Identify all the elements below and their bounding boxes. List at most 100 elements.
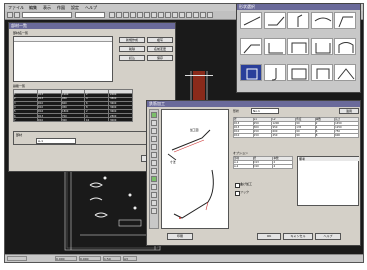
help-button[interactable]: ヘルプ <box>315 233 341 240</box>
shape-option[interactable] <box>240 64 262 81</box>
ok-button[interactable]: OK <box>257 233 281 240</box>
member-label: 部材 <box>16 133 23 137</box>
zoom-in-icon[interactable] <box>158 12 164 18</box>
dim-tool-icon[interactable] <box>151 160 157 166</box>
rebar-preview[interactable]: 加工図 寸法 <box>161 109 229 229</box>
table-row[interactable]: D10 150 450 90 8 600 <box>233 133 359 138</box>
redo-icon[interactable] <box>151 12 157 18</box>
list-item[interactable]: 7 D10 300 10 3000 <box>13 119 133 123</box>
pan-tool-icon[interactable] <box>151 200 157 206</box>
shape-option[interactable] <box>287 12 309 29</box>
measure-icon[interactable] <box>207 12 213 18</box>
table-cell: 3000 <box>110 118 117 122</box>
line-icon[interactable] <box>179 12 185 18</box>
line-tool-icon[interactable] <box>151 120 157 126</box>
copy-icon[interactable] <box>130 12 136 18</box>
status-y: 0.000 <box>79 256 101 261</box>
save-button[interactable]: 保存 <box>147 55 173 61</box>
new-icon[interactable] <box>7 12 13 18</box>
shape-option[interactable] <box>263 12 286 29</box>
shape-option[interactable] <box>334 38 356 55</box>
rename-button[interactable]: 名前変更 <box>147 46 173 52</box>
delete-button[interactable]: 削除 <box>119 46 145 52</box>
table-cell[interactable]: 8 <box>314 133 336 138</box>
table-cell[interactable]: 150 <box>252 133 273 138</box>
cancel-button[interactable]: キャンセル <box>283 233 313 240</box>
shape-option[interactable] <box>240 38 262 55</box>
shape-option[interactable] <box>287 64 309 81</box>
shape-combo-label: 形状 <box>233 109 240 113</box>
shape-option[interactable] <box>334 12 356 29</box>
note-area[interactable]: 備考 <box>297 156 359 206</box>
shape-option[interactable] <box>263 64 286 81</box>
menu-settings[interactable]: 設定 <box>71 5 79 10</box>
save-icon[interactable] <box>109 12 115 18</box>
sub-table[interactable]: 部材 径 本数 A-1 D13 2 A-2 D10 4 <box>233 156 293 169</box>
print-button[interactable]: 印刷 <box>167 233 193 240</box>
shape-icon <box>243 44 260 54</box>
shape-option[interactable] <box>310 64 333 81</box>
table-row[interactable]: A-2 D10 4 <box>233 164 293 169</box>
move-tool-icon[interactable] <box>151 136 157 142</box>
undo-icon[interactable] <box>144 12 150 18</box>
print-icon[interactable] <box>116 12 122 18</box>
menu-help[interactable]: ヘルプ <box>85 5 97 10</box>
open-icon[interactable] <box>14 12 20 18</box>
copy-button[interactable]: 複写 <box>147 37 173 43</box>
table-cell[interactable]: 600 <box>334 133 359 138</box>
menu-view[interactable]: 表示 <box>43 5 51 10</box>
status-bar: 0.000 0.000 1:50 A3 <box>5 254 363 262</box>
table-cell[interactable]: D10 <box>233 133 254 138</box>
zoom-tool-icon[interactable] <box>151 192 157 198</box>
mirror-tool-icon[interactable] <box>151 152 157 158</box>
new-button[interactable]: 新規作成 <box>119 37 145 43</box>
zoom-out-icon[interactable] <box>165 12 171 18</box>
shape-icon <box>268 43 283 54</box>
shape-option[interactable] <box>310 38 333 55</box>
member-field[interactable]: A-1 <box>36 138 76 144</box>
table-cell[interactable]: 4 <box>272 164 293 169</box>
table-cell[interactable]: D10 <box>252 164 274 169</box>
text-tool-icon[interactable] <box>151 168 157 174</box>
load-button[interactable]: 読込 <box>119 55 145 61</box>
fit-tool-icon[interactable] <box>151 208 157 214</box>
dimension-icon[interactable] <box>200 12 206 18</box>
member-names-list[interactable] <box>13 36 113 82</box>
options-title: オプション <box>233 151 249 155</box>
erase-tool-icon[interactable] <box>151 184 157 190</box>
menu-edit[interactable]: 編集 <box>29 5 37 10</box>
shape-option[interactable] <box>334 64 356 81</box>
dimension-table[interactable]: 径 L1 L2 角度 本数 長さ D13 250 1200 90 2 1450 D13 300… <box>233 117 359 138</box>
shape-icon <box>243 16 261 26</box>
table-cell[interactable]: 90 <box>295 133 316 138</box>
table-cell[interactable]: 450 <box>271 133 297 138</box>
hook-label: フック <box>240 190 250 194</box>
shape-combo[interactable]: No.1 <box>251 108 279 114</box>
shape-option[interactable] <box>240 12 262 29</box>
note-title: 備考 <box>299 157 359 161</box>
shape-option[interactable] <box>263 38 286 55</box>
shape-option[interactable] <box>287 38 309 55</box>
scale-select[interactable] <box>75 12 105 18</box>
text-icon[interactable] <box>193 12 199 18</box>
desktop: ファイル 編集 表示 作図 設定 ヘルプ 0.000 0.000 1:50 A3… <box>0 0 367 270</box>
shape-palette-grid <box>240 12 360 92</box>
preview-label: 加工図 <box>190 128 199 132</box>
table-cell: 10 <box>86 118 90 122</box>
grid-icon[interactable] <box>172 12 178 18</box>
arc-tool-icon[interactable] <box>151 128 157 134</box>
table-cell[interactable]: A-2 <box>233 164 254 169</box>
paste-icon[interactable] <box>137 12 143 18</box>
circle-icon[interactable] <box>186 12 192 18</box>
menu-draw[interactable]: 作図 <box>57 5 65 10</box>
apply-button[interactable]: 適用 <box>339 108 359 114</box>
hook-tool-icon[interactable] <box>151 176 157 182</box>
shape-tool-icon[interactable] <box>151 112 157 118</box>
shape-option[interactable] <box>310 12 333 29</box>
cut-icon[interactable] <box>123 12 129 18</box>
layer-select[interactable] <box>22 12 72 18</box>
menu-file[interactable]: ファイル <box>8 5 24 10</box>
rotate-tool-icon[interactable] <box>151 144 157 150</box>
dimension-label: 寸法 <box>170 160 176 164</box>
options-group: 曲げ加工 フック <box>233 181 293 209</box>
